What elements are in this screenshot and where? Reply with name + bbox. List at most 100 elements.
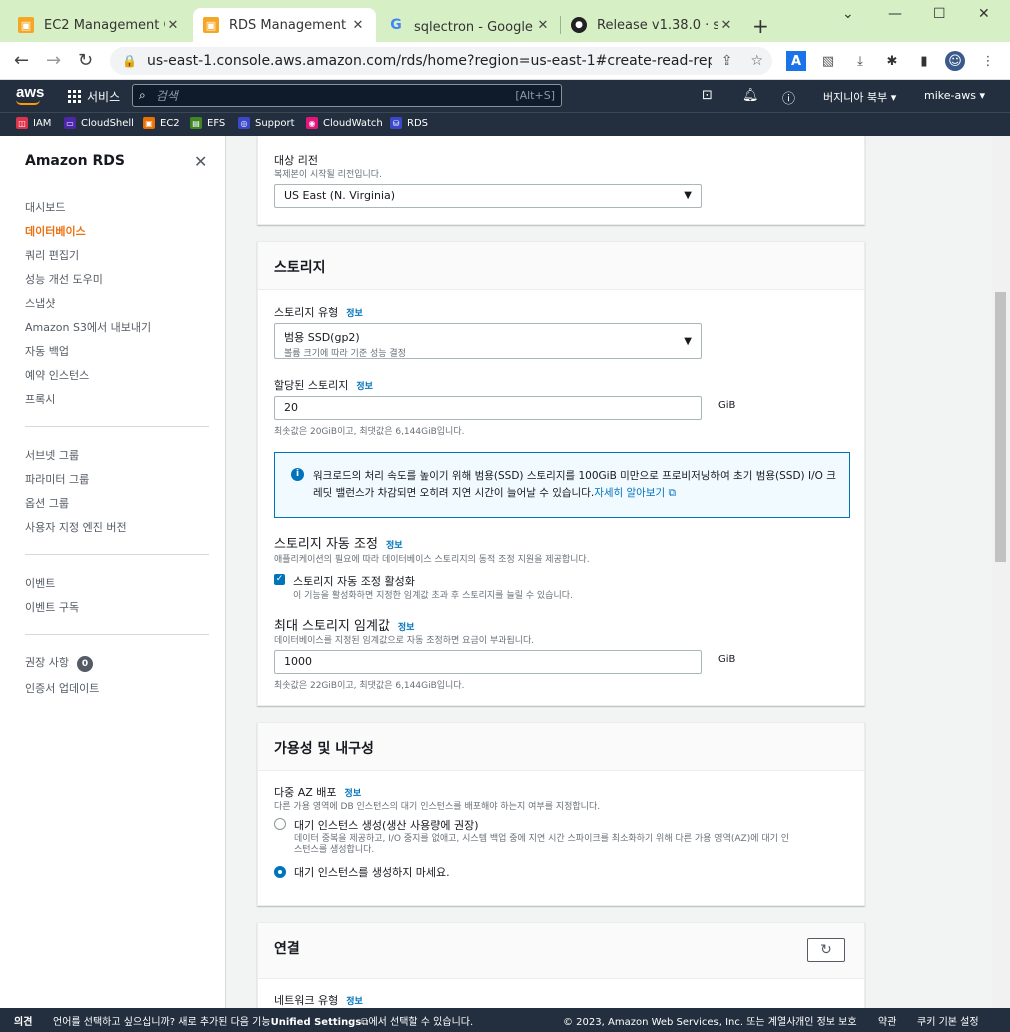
minimize-button[interactable]: — bbox=[888, 6, 902, 22]
favorite-iam[interactable]: ◫ IAM bbox=[16, 117, 51, 129]
sidebar-item-s3-exports[interactable]: Amazon S3에서 내보내기 bbox=[25, 319, 151, 335]
learn-more-link[interactable]: 자세히 알아보기 bbox=[594, 487, 665, 499]
sidebar-item-custom-engine-versions[interactable]: 사용자 지정 엔진 버전 bbox=[25, 519, 127, 535]
address-bar[interactable]: 🔒 us-east-1.console.aws.amazon.com/rds/h… bbox=[110, 47, 772, 75]
aws-logo[interactable]: aws bbox=[16, 84, 44, 105]
info-alert: i 워크로드의 처리 속도를 높이기 위해 범용(SSD) 스토리지를 100G… bbox=[274, 452, 850, 518]
cloudshell-icon[interactable]: ⊡ bbox=[702, 88, 713, 103]
help-icon[interactable]: ⓘ bbox=[782, 88, 795, 107]
profile-avatar[interactable]: ☺ bbox=[945, 51, 965, 71]
new-tab-button[interactable]: + bbox=[752, 14, 769, 38]
allocated-storage-input[interactable]: 20 bbox=[274, 396, 702, 420]
sidebar-item-option-groups[interactable]: 옵션 그룹 bbox=[25, 495, 69, 511]
reload-button[interactable]: ↻ bbox=[78, 50, 93, 71]
services-menu-button[interactable]: 서비스 bbox=[68, 88, 120, 105]
favorite-cloudshell[interactable]: ▭ CloudShell bbox=[64, 117, 134, 129]
radio-no-standby[interactable] bbox=[274, 866, 286, 878]
autoscaling-checkbox-desc: 이 기능을 활성화하면 지정한 임계값 초과 후 스토리지를 늘릴 수 있습니다… bbox=[293, 591, 573, 601]
browser-tab-rds[interactable]: ▣ RDS Management Co ✕ bbox=[193, 8, 376, 42]
favorite-ec2[interactable]: ▣ EC2 bbox=[143, 117, 180, 129]
sidebar-item-performance-insights[interactable]: 성능 개선 도우미 bbox=[25, 271, 103, 287]
browser-tab-ec2[interactable]: ▣ EC2 Management Co ✕ bbox=[8, 8, 191, 42]
sidebar-item-snapshots[interactable]: 스냅샷 bbox=[25, 295, 55, 311]
cookie-preferences-link[interactable]: 쿠키 기본 설정 bbox=[917, 1013, 979, 1028]
url-text[interactable]: us-east-1.console.aws.amazon.com/rds/hom… bbox=[147, 53, 712, 69]
puzzle-icon[interactable]: ✱ bbox=[882, 51, 902, 71]
autoscaling-checkbox-label[interactable]: 스토리지 자동 조정 활성화 bbox=[293, 573, 415, 589]
favorite-cloudwatch[interactable]: ◉ CloudWatch bbox=[306, 117, 383, 129]
share-icon[interactable]: ⇪ bbox=[721, 53, 733, 69]
privacy-link[interactable]: 개인 정보 보호 bbox=[795, 1013, 857, 1028]
browser-tab-google[interactable]: G sqlectron - Google 검 ✕ bbox=[378, 8, 561, 42]
radio-create-standby[interactable] bbox=[274, 818, 286, 830]
favorite-support[interactable]: ◎ Support bbox=[238, 117, 295, 129]
info-link[interactable]: 정보 bbox=[346, 309, 363, 319]
close-tab-icon[interactable]: ✕ bbox=[718, 18, 734, 33]
sidebar-item-parameter-groups[interactable]: 파라미터 그룹 bbox=[25, 471, 89, 487]
region-selector[interactable]: 버지니아 북부 ▾ bbox=[823, 89, 896, 105]
info-link[interactable]: 정보 bbox=[386, 541, 403, 551]
multiaz-label: 다중 AZ 배포 정보 bbox=[274, 786, 362, 799]
close-tab-icon[interactable]: ✕ bbox=[350, 18, 366, 33]
autoscaling-checkbox[interactable]: ✓ bbox=[274, 574, 285, 585]
allocated-storage-unit: GiB bbox=[718, 400, 736, 411]
sidebar-divider bbox=[25, 554, 209, 555]
refresh-button[interactable]: ↻ bbox=[807, 938, 845, 962]
back-button[interactable]: ← bbox=[14, 50, 29, 71]
favorite-efs[interactable]: ▤ EFS bbox=[190, 117, 225, 129]
info-link[interactable]: 정보 bbox=[345, 789, 362, 799]
sidebar-item-proxies[interactable]: 프록시 bbox=[25, 391, 55, 407]
sidebar-item-reserved-instances[interactable]: 예약 인스턴스 bbox=[25, 367, 89, 383]
download-extension-icon[interactable]: ⤓ bbox=[850, 51, 870, 71]
sidebar-item-dashboard[interactable]: 대시보드 bbox=[25, 199, 65, 215]
info-link[interactable]: 정보 bbox=[356, 382, 373, 392]
sidepanel-icon[interactable]: ▮ bbox=[914, 51, 934, 71]
scrollbar-thumb[interactable] bbox=[995, 292, 1006, 562]
favorites-bar: ◫ IAM ▭ CloudShell ▣ EC2 ▤ EFS ◎ Support ◉ Clo… bbox=[0, 112, 1010, 136]
ec2-icon: ▣ bbox=[143, 117, 155, 129]
connectivity-panel-header: 연결 ↻ bbox=[258, 923, 864, 979]
multiaz-desc: 다른 가용 영역에 DB 인스턴스의 대기 인스턴스를 배포해야 하는지 여부를… bbox=[274, 802, 601, 812]
sidebar-item-automated-backups[interactable]: 자동 백업 bbox=[25, 343, 69, 359]
region-panel: 대상 리전 복제본이 시작될 리전입니다. US East (N. Virgin… bbox=[257, 136, 865, 225]
close-window-button[interactable]: ✕ bbox=[978, 6, 990, 22]
region-select[interactable]: US East (N. Virginia) ▼ bbox=[274, 184, 702, 208]
info-link[interactable]: 정보 bbox=[346, 997, 363, 1007]
info-link[interactable]: 정보 bbox=[398, 623, 415, 633]
sidebar-item-subnet-groups[interactable]: 서브넷 그룹 bbox=[25, 447, 79, 463]
allocated-storage-label: 할당된 스토리지 정보 bbox=[274, 379, 373, 392]
sidebar-item-query-editor[interactable]: 쿼리 편집기 bbox=[25, 247, 79, 263]
feedback-link[interactable]: 의견 bbox=[14, 1013, 32, 1028]
radio-no-standby-label[interactable]: 대기 인스턴스를 생성하지 마세요. bbox=[294, 864, 450, 880]
sidebar-item-event-subscriptions[interactable]: 이벤트 구독 bbox=[25, 599, 79, 615]
console-search-input[interactable]: ⌕ 검색 [Alt+S] bbox=[132, 84, 562, 107]
page-scrollbar[interactable] bbox=[992, 136, 1010, 1008]
bell-icon[interactable]: 🔔︎ bbox=[742, 88, 759, 103]
browser-tab-github[interactable]: ● Release v1.38.0 · sqle ✕ bbox=[561, 8, 744, 42]
kebab-menu-icon[interactable]: ⋮ bbox=[978, 51, 998, 71]
sidebar-item-certificate-update[interactable]: 인증서 업데이트 bbox=[25, 680, 99, 696]
close-icon[interactable]: ✕ bbox=[194, 152, 207, 171]
star-icon[interactable]: ☆ bbox=[750, 53, 763, 69]
translate-extension-icon[interactable]: A bbox=[786, 51, 806, 71]
availability-panel: 가용성 및 내구성 다중 AZ 배포 정보 다른 가용 영역에 DB 인스턴스의 … bbox=[257, 722, 865, 906]
unified-settings-link[interactable]: Unified Settings bbox=[271, 1017, 362, 1028]
sidebar-item-recommendations[interactable]: 권장 사항 0 bbox=[25, 654, 93, 672]
recommendations-count-badge: 0 bbox=[76, 656, 93, 672]
forward-button[interactable]: → bbox=[46, 50, 61, 71]
screenshot-extension-icon[interactable]: ▧ bbox=[818, 51, 838, 71]
favorite-rds[interactable]: ⛁ RDS bbox=[390, 117, 428, 129]
close-tab-icon[interactable]: ✕ bbox=[535, 18, 551, 33]
max-threshold-input[interactable]: 1000 bbox=[274, 650, 702, 674]
chevron-down-icon[interactable]: ⌄ bbox=[842, 6, 854, 22]
account-menu[interactable]: mike-aws ▾ bbox=[924, 89, 985, 102]
storage-type-select[interactable]: 범용 SSD(gp2) 볼륨 크기에 따라 기준 성능 결정 ▼ bbox=[274, 323, 702, 359]
radio-create-standby-desc: 스턴스를 생성합니다. bbox=[294, 845, 375, 855]
terms-link[interactable]: 약관 bbox=[878, 1013, 896, 1028]
sidebar-divider bbox=[25, 634, 209, 635]
max-threshold-hint: 최솟값은 22GiB이고, 최댓값은 6,144GiB입니다. bbox=[274, 681, 465, 691]
sidebar-item-databases[interactable]: 데이터베이스 bbox=[25, 223, 86, 239]
maximize-button[interactable]: ☐ bbox=[933, 6, 946, 22]
sidebar-item-events[interactable]: 이벤트 bbox=[25, 575, 55, 591]
close-tab-icon[interactable]: ✕ bbox=[165, 18, 181, 33]
